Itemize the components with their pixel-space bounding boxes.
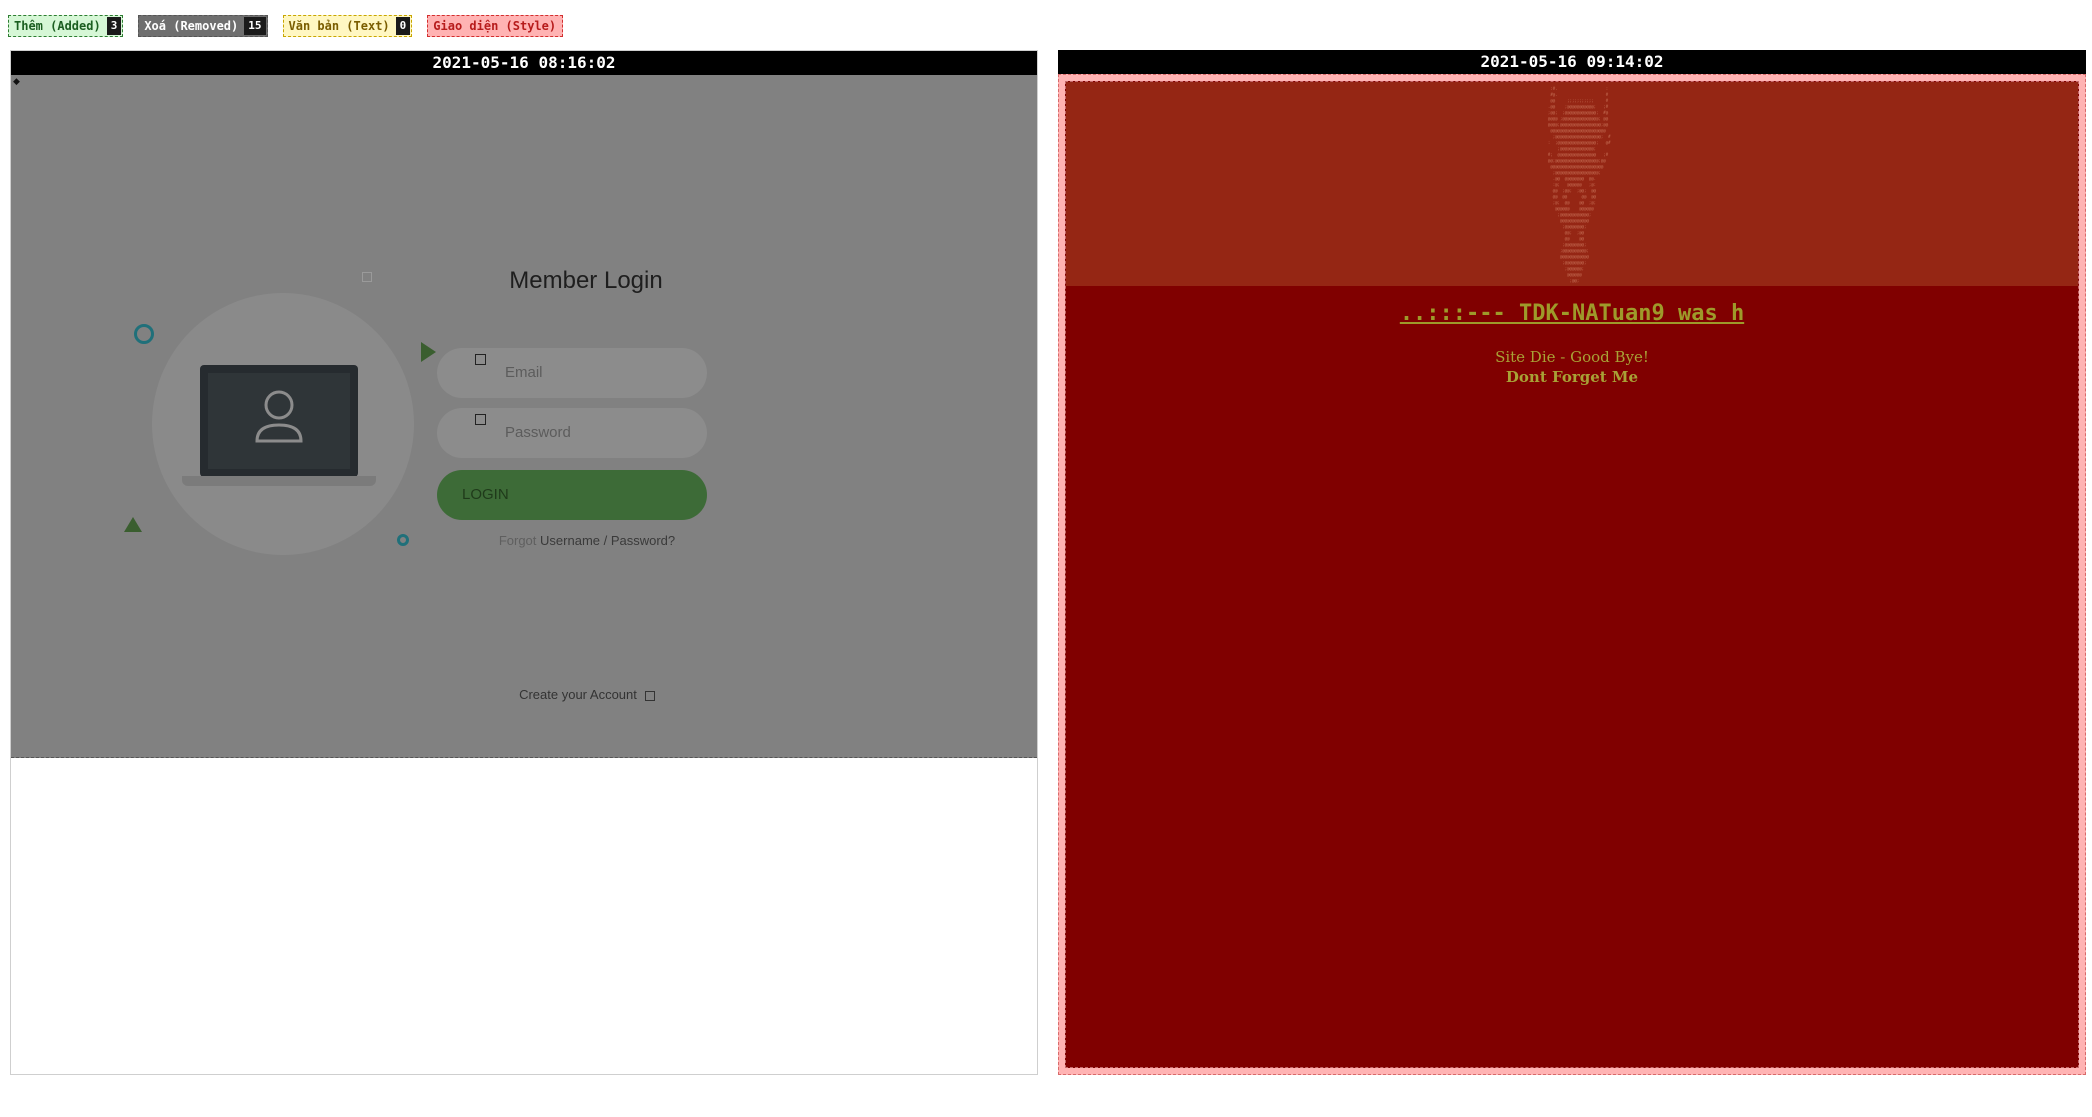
legend-added-label: Thêm (Added) — [14, 19, 101, 33]
legend-removed-count: 15 — [244, 17, 266, 35]
arrow-box-icon — [644, 690, 655, 701]
corner-marker-icon: ◆ — [13, 77, 20, 87]
legend-added-count: 3 — [106, 17, 122, 35]
create-account-link[interactable]: Create your Account — [519, 687, 637, 702]
up-triangle-icon — [124, 517, 142, 532]
password-checkbox-icon — [475, 414, 486, 425]
laptop-screen-inner — [208, 373, 350, 469]
legend-removed-label: Xoá (Removed) — [144, 19, 239, 33]
new-snapshot-timestamp: 2021-05-16 09:14:02 — [1058, 50, 2086, 74]
legend-style: Giao diện (Style) — [427, 15, 564, 37]
old-login-page: ◆ Member Login Email Password LOGIN Forg… — [11, 75, 1037, 758]
login-title: Member Login — [509, 267, 663, 294]
defacement-message: Site Die - Good Bye! — [1495, 348, 1649, 366]
create-account-row: Create your Account — [437, 687, 737, 702]
legend-removed: Xoá (Removed) 15 — [138, 15, 268, 37]
ascii-art-image: :#. : #@. # @@ ;;;;;;;;;;; # .@@ ;@@@@@@… — [1547, 86, 1611, 283]
laptop-base — [182, 476, 376, 486]
email-checkbox-icon — [475, 354, 486, 365]
defaced-page-body: :#. : #@. # @@ ;;;;;;;;;;; # .@@ ;@@@@@@… — [1065, 81, 2079, 1068]
legend-added: Thêm (Added) 3 — [8, 15, 124, 37]
play-triangle-icon — [421, 342, 436, 362]
legend-text-count: 0 — [395, 17, 411, 35]
forgot-credentials-link[interactable]: Username / Password? — [540, 533, 675, 548]
defacement-title[interactable]: ..:::--- TDK-NATuan9 was h — [1066, 301, 2078, 326]
ascii-art-banner: :#. : #@. # @@ ;;;;;;;;;;; # .@@ ;@@@@@@… — [1066, 82, 2078, 286]
small-ring-decoration-icon — [397, 534, 409, 546]
login-button[interactable]: LOGIN — [437, 470, 707, 520]
legend-style-label: Giao diện (Style) — [433, 19, 557, 33]
defaced-page: :#. : #@. # @@ ;;;;;;;;;;; # .@@ ;@@@@@@… — [1058, 74, 2086, 1075]
old-snapshot-pane: 2021-05-16 08:16:02 ◆ Member Login Email… — [10, 50, 1038, 1075]
forgot-prefix: Forgot — [498, 533, 537, 548]
legend-text: Văn bản (Text) 0 — [282, 15, 413, 37]
ring-decoration-icon — [134, 324, 154, 344]
square-decoration-icon — [362, 272, 372, 282]
diff-legend: Thêm (Added) 3 Xoá (Removed) 15 Văn bản … — [8, 15, 578, 37]
defacement-signature: Dont Forget Me — [1505, 368, 1639, 386]
forgot-link-row: Forgot Username / Password? — [437, 533, 737, 548]
laptop-icon — [200, 365, 358, 477]
new-snapshot-pane: 2021-05-16 09:14:02 :#. : #@. # @@ ;;;;;… — [1058, 50, 2086, 1075]
legend-text-label: Văn bản (Text) — [288, 19, 390, 33]
old-snapshot-timestamp: 2021-05-16 08:16:02 — [11, 51, 1037, 75]
user-avatar-icon — [255, 390, 303, 443]
